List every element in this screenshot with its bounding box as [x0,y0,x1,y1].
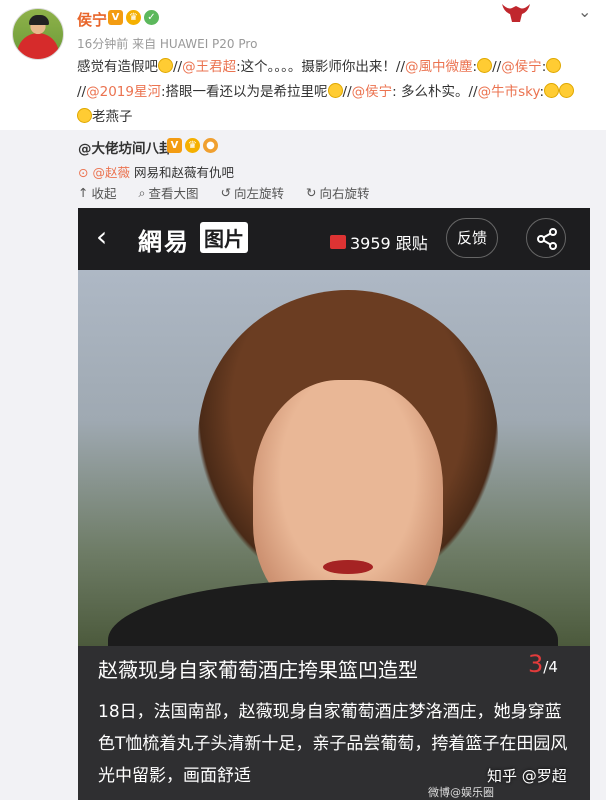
member-icon: ✓ [144,10,159,25]
rotate-left-button[interactable]: ↺ 向左旋转 [221,183,285,202]
emoji-icon [544,83,560,98]
post-text-segment: : 多么朴实。// [392,84,478,100]
rotate-left-label: 向左旋转 [234,186,285,201]
post-text: 感觉有造假吧//@王君超:这个。。。。摄影师你出来！//@風中微塵://@侯宁:… [77,55,587,130]
emoji-icon [327,83,343,98]
netease-topbar: ‹ 網易 图片 3959 跟贴 反馈 [78,208,590,270]
emoji-icon [559,83,575,98]
user-mention[interactable]: @牛市sky [478,84,540,100]
more-options-icon[interactable]: ⌄ [578,2,591,21]
balloon-icon: ● [203,138,218,153]
rotate-right-label: 向右旋转 [319,186,370,201]
repost-username[interactable]: @大佬坊间八卦 [78,137,173,157]
post-text-segment: 老燕子 [92,109,133,125]
comment-count: 3959 跟贴 [330,230,428,254]
embedded-screenshot[interactable]: ‹ 網易 图片 3959 跟贴 反馈 赵薇现身自家葡萄酒庄挎果篮凹造型 3/4 … [78,208,590,800]
watermark-secondary: 微博@娱乐圈 [428,786,494,799]
view-large-button[interactable]: ⌕ 查看大图 [139,183,199,202]
comment-count-label: 3959 跟贴 [350,234,428,253]
repost-badges: V ♛ ● [167,138,218,153]
user-badges: V ♛ ✓ [108,10,159,25]
user-avatar[interactable] [12,8,64,60]
share-icon [526,218,566,258]
caption-title: 赵薇现身自家葡萄酒庄挎果篮凹造型 [98,658,418,682]
repost-line-text: 网易和赵薇有仇吧 [129,165,234,180]
location-icon: ⊙ [78,165,89,180]
repost-block: @大佬坊间八卦 V ♛ ● ⊙ @赵薇 网易和赵薇有仇吧 ↑ 收起 ⌕ 查看大图 ↺… [0,130,606,800]
lips-shape [323,560,373,574]
view-large-label: 查看大图 [148,186,199,201]
zoom-icon: ⌕ [138,184,146,200]
weibo-post: 侯宁 V ♛ ✓ ⌄ 16分钟前 来自 HUAWEI P20 Pro 感觉有造假… [0,0,606,130]
page-indicator: 3/4 [528,650,558,678]
emoji-icon [158,58,173,73]
user-mention[interactable]: @風中微塵 [405,59,473,75]
page-current: 3 [528,650,544,678]
page-total: /4 [543,658,558,676]
emoji-icon [477,58,493,73]
post-text-segment: // [492,59,502,75]
repost-mention[interactable]: @赵薇 [92,165,130,180]
image-actions: ↑ 收起 ⌕ 查看大图 ↺ 向左旋转 ↻ 向右旋转 [78,183,370,202]
collapse-label: 收起 [91,186,117,201]
repost-text: ⊙ @赵薇 网易和赵薇有仇吧 [78,162,234,181]
rotate-right-icon: ↻ [306,185,317,200]
post-text-segment: // [77,84,87,100]
post-text-segment: // [342,84,352,100]
post-meta: 16分钟前 来自 HUAWEI P20 Pro [77,37,258,51]
logo-tag: 图片 [200,222,248,253]
user-mention[interactable]: @2019星河 [86,84,161,100]
feedback-button: 反馈 [446,218,498,258]
rotate-right-button[interactable]: ↻ 向右旋转 [306,183,370,202]
vip-icon: ♛ [126,10,141,25]
collapse-button[interactable]: ↑ 收起 [78,183,117,202]
user-mention[interactable]: @王君超 [182,59,236,75]
netease-logo: 網易 [138,228,190,256]
watermark: 知乎 @罗超 [487,767,567,785]
back-icon: ‹ [96,220,108,253]
post-username[interactable]: 侯宁 [77,9,107,30]
photo-scene [78,270,590,700]
emoji-icon [77,108,92,123]
comment-icon [330,235,346,249]
post-text-segment: :这个。。。。摄影师你出来！// [236,59,406,75]
rotate-left-icon: ↺ [220,185,232,200]
emoji-icon [546,58,562,73]
verified-icon: V [167,138,182,153]
post-text-segment: // [173,59,183,75]
post-text-segment: :搭眼一看还以为是希拉里呢 [160,84,328,100]
verified-icon: V [108,10,123,25]
user-mention[interactable]: @侯宁 [352,84,393,100]
cap-shape [29,15,49,25]
post-text-segment: 感觉有造假吧 [77,59,158,75]
vip-icon: ♛ [185,138,200,153]
user-mention[interactable]: @侯宁 [501,59,542,75]
bull-icon [502,4,530,22]
collapse-icon: ↑ [78,185,89,200]
